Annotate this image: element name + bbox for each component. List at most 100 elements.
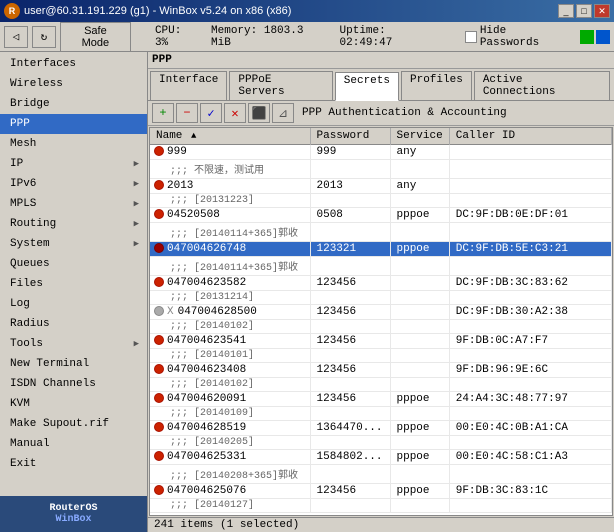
cell-service: any xyxy=(390,145,449,160)
sidebar-label: Bridge xyxy=(10,98,50,110)
cell-service: pppoe xyxy=(390,392,449,407)
table-row[interactable]: ;;; [20140205] xyxy=(150,436,612,450)
sidebar-item-ppp[interactable]: PPP xyxy=(0,114,147,134)
main-layout: Interfaces Wireless Bridge PPP Mesh IP ▶… xyxy=(0,52,614,532)
window-title: user@60.31.191.229 (g1) - WinBox v5.24 o… xyxy=(24,5,291,17)
cell-callerid: 24:A4:3C:48:77:97 xyxy=(449,392,611,407)
table-row[interactable]: 047004620091123456pppoe24:A4:3C:48:77:97 xyxy=(150,392,612,407)
hide-passwords-checkbox[interactable] xyxy=(465,31,477,43)
cell-password: 2013 xyxy=(310,179,390,194)
sidebar-item-mpls[interactable]: MPLS ▶ xyxy=(0,194,147,214)
cell-callerid xyxy=(449,407,611,421)
table-row[interactable]: ;;; [20140208+365]郭收 xyxy=(150,465,612,484)
memory-info: Memory: 1803.3 MiB xyxy=(211,25,330,49)
table-row[interactable]: ;;; [20140109] xyxy=(150,407,612,421)
move-button[interactable]: ⬛ xyxy=(248,103,270,123)
table-row[interactable]: 999999any xyxy=(150,145,612,160)
sidebar-item-radius[interactable]: Radius xyxy=(0,314,147,334)
cell-password: 123321 xyxy=(310,242,390,257)
table-row[interactable]: ;;; [20140127] xyxy=(150,499,612,513)
minimize-button[interactable]: _ xyxy=(558,4,574,18)
sidebar-item-wireless[interactable]: Wireless xyxy=(0,74,147,94)
maximize-button[interactable]: □ xyxy=(576,4,592,18)
table-row[interactable]: 0470046285191364470...pppoe00:E0:4C:0B:A… xyxy=(150,421,612,436)
tab-secrets[interactable]: Secrets xyxy=(335,72,399,101)
sidebar-item-new-terminal[interactable]: New Terminal xyxy=(0,354,147,374)
col-header-name[interactable]: Name ▲ xyxy=(150,128,310,145)
col-header-callerid[interactable]: Caller ID xyxy=(449,128,611,145)
app-icon: R xyxy=(4,3,20,19)
table-row[interactable]: 047004625076123456pppoe9F:DB:3C:83:1C xyxy=(150,484,612,499)
sidebar-item-log[interactable]: Log xyxy=(0,294,147,314)
back-button[interactable]: ◁ xyxy=(4,26,28,48)
sidebar-item-isdn[interactable]: ISDN Channels xyxy=(0,374,147,394)
secrets-table-wrapper[interactable]: Name ▲ Password Service Caller ID xyxy=(149,127,613,516)
table-row[interactable]: 047004626748123321pppoeDC:9F:DB:5E:C3:21 xyxy=(150,242,612,257)
sidebar-label: Mesh xyxy=(10,138,36,150)
tab-interface[interactable]: Interface xyxy=(150,71,227,100)
sidebar-item-kvm[interactable]: KVM xyxy=(0,394,147,414)
refresh-button[interactable]: ↻ xyxy=(32,26,56,48)
cell-name: ;;; [20140127] xyxy=(150,499,310,513)
add-button[interactable]: + xyxy=(152,103,174,123)
enable-button[interactable]: ✓ xyxy=(200,103,222,123)
table-row[interactable]: 0470046235411234569F:DB:0C:A7:F7 xyxy=(150,334,612,349)
cell-name: ;;; [20140102] xyxy=(150,320,310,334)
cell-password xyxy=(310,291,390,305)
col-header-service[interactable]: Service xyxy=(390,128,449,145)
table-row[interactable]: 0470046253311584802...pppoe00:E0:4C:58:C… xyxy=(150,450,612,465)
sidebar-item-system[interactable]: System ▶ xyxy=(0,234,147,254)
sidebar-label: Make Supout.rif xyxy=(10,418,109,430)
cell-callerid xyxy=(449,349,611,363)
filter-button[interactable]: ⊿ xyxy=(272,103,294,123)
sidebar-item-exit[interactable]: Exit xyxy=(0,454,147,474)
arrow-icon: ▶ xyxy=(134,339,139,349)
status-dot xyxy=(154,180,164,190)
sidebar-item-mesh[interactable]: Mesh xyxy=(0,134,147,154)
sidebar-item-queues[interactable]: Queues xyxy=(0,254,147,274)
remove-button[interactable]: − xyxy=(176,103,198,123)
table-row[interactable]: ;;; [20140102] xyxy=(150,320,612,334)
tab-profiles[interactable]: Profiles xyxy=(401,71,472,100)
disable-button[interactable]: ✕ xyxy=(224,103,246,123)
sidebar-label: Wireless xyxy=(10,78,63,90)
table-row[interactable]: ;;; [20131223] xyxy=(150,194,612,208)
table-row[interactable]: 047004623582123456DC:9F:DB:3C:83:62 xyxy=(150,276,612,291)
table-row[interactable]: ;;; [20140114+365]郭收 xyxy=(150,223,612,242)
table-row[interactable]: 045205080508pppoeDC:9F:DB:0E:DF:01 xyxy=(150,208,612,223)
table-row[interactable]: ;;; [20140114+365]郭收 xyxy=(150,257,612,276)
sidebar-item-bridge[interactable]: Bridge xyxy=(0,94,147,114)
sidebar-item-tools[interactable]: Tools ▶ xyxy=(0,334,147,354)
status-dot xyxy=(154,422,164,432)
cell-callerid xyxy=(449,499,611,513)
cell-callerid xyxy=(449,160,611,179)
cell-service: any xyxy=(390,179,449,194)
cell-password xyxy=(310,320,390,334)
cell-callerid xyxy=(449,378,611,392)
sidebar-item-ip[interactable]: IP ▶ xyxy=(0,154,147,174)
table-row[interactable]: ;;; [20131214] xyxy=(150,291,612,305)
cell-password xyxy=(310,465,390,484)
sidebar-item-manual[interactable]: Manual xyxy=(0,434,147,454)
status-dot xyxy=(154,393,164,403)
sidebar-item-routing[interactable]: Routing ▶ xyxy=(0,214,147,234)
cell-password: 123456 xyxy=(310,276,390,291)
table-row[interactable]: ;;; [20140102] xyxy=(150,378,612,392)
tab-pppoe-servers[interactable]: PPPoE Servers xyxy=(229,71,332,100)
table-row[interactable]: 20132013any xyxy=(150,179,612,194)
cell-service xyxy=(390,305,449,320)
sidebar-item-make-supout[interactable]: Make Supout.rif xyxy=(0,414,147,434)
table-row[interactable]: 0470046234081234569F:DB:96:9E:6C xyxy=(150,363,612,378)
sidebar-item-interfaces[interactable]: Interfaces xyxy=(0,54,147,74)
table-row[interactable]: ;;; [20140101] xyxy=(150,349,612,363)
winbox-text: WinBox xyxy=(55,514,91,525)
sidebar-item-ipv6[interactable]: IPv6 ▶ xyxy=(0,174,147,194)
col-header-password[interactable]: Password xyxy=(310,128,390,145)
table-row[interactable]: X047004628500123456DC:9F:DB:30:A2:38 xyxy=(150,305,612,320)
sidebar-item-files[interactable]: Files xyxy=(0,274,147,294)
table-row[interactable]: ;;; 不限速，测试用 xyxy=(150,160,612,179)
cell-service xyxy=(390,407,449,421)
tab-active-connections[interactable]: Active Connections xyxy=(474,71,610,100)
safe-mode-button[interactable]: Safe Mode xyxy=(60,22,131,52)
close-button[interactable]: ✕ xyxy=(594,4,610,18)
